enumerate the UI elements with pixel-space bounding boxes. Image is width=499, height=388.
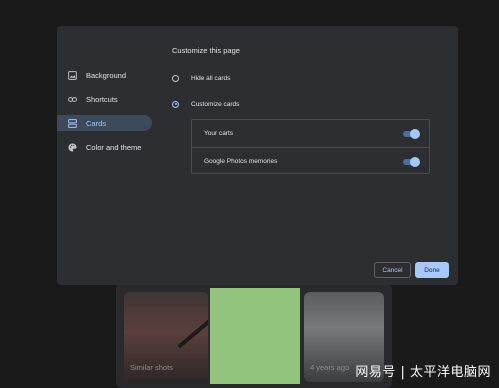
cards-list: Your carts Google Photos memories [191, 119, 430, 174]
card-label: Your carts [204, 130, 234, 137]
photo-card-green[interactable] [210, 288, 300, 384]
nav-item-cards[interactable]: Cards [57, 115, 152, 131]
cards-icon [68, 118, 77, 128]
customize-cards-option[interactable]: Customize cards [172, 98, 239, 110]
radio-button-selected[interactable] [172, 100, 179, 108]
photo-card-similar-shots[interactable]: Similar shots [124, 292, 208, 382]
nav-item-background[interactable]: Background [57, 67, 152, 83]
done-button[interactable]: Done [415, 262, 449, 278]
radio-button[interactable] [172, 74, 179, 82]
hide-all-cards-option[interactable]: Hide all cards [172, 72, 230, 84]
watermark: 网易号 | 太平洋电脑网 [355, 365, 491, 380]
nav-label: Cards [86, 118, 107, 128]
image-icon [68, 70, 77, 80]
dialog-title: Customize this page [172, 46, 240, 55]
photo-card-label: 4 years ago [310, 363, 350, 372]
nav-label: Background [86, 70, 127, 80]
card-label: Google Photos memories [204, 158, 278, 165]
link-icon [68, 95, 77, 104]
your-carts-toggle[interactable] [403, 128, 420, 139]
nav-label: Color and theme [86, 142, 142, 152]
radio-label: Hide all cards [191, 74, 231, 82]
card-row-your-carts: Your carts [192, 120, 429, 147]
photo-wing-shape [177, 319, 208, 349]
card-row-google-photos-memories: Google Photos memories [192, 147, 429, 175]
radio-label: Customize cards [191, 100, 240, 108]
google-photos-memories-toggle[interactable] [403, 156, 420, 167]
nav-item-color-and-theme[interactable]: Color and theme [57, 139, 152, 155]
customize-dialog: Customize this page Background Shortcuts… [57, 26, 458, 285]
cancel-button[interactable]: Cancel [374, 262, 411, 278]
palette-icon [68, 142, 77, 152]
nav-item-shortcuts[interactable]: Shortcuts [57, 91, 152, 107]
nav-label: Shortcuts [86, 94, 118, 104]
photo-card-label: Similar shots [130, 363, 173, 372]
